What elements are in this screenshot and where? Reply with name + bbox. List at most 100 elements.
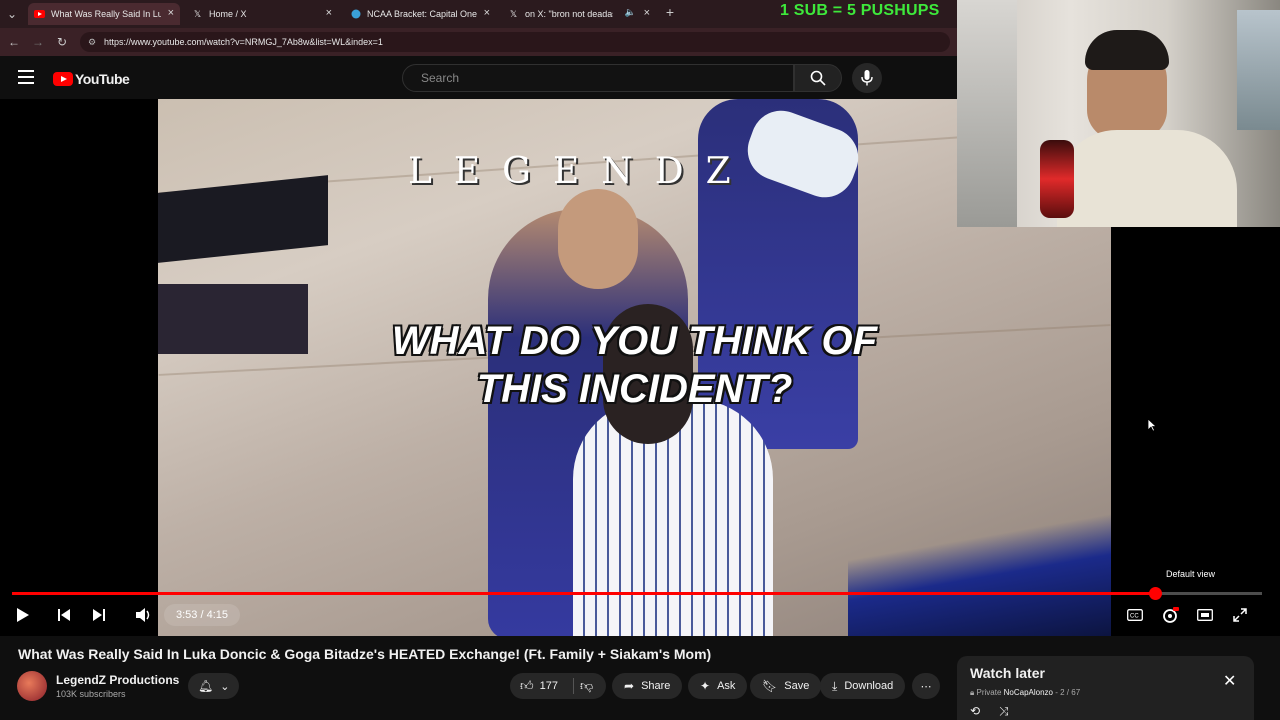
tab-label: Home / X (209, 9, 247, 19)
playlist-meta: 🔒︎ Private NoCapAlonzo - 2 / 67 (970, 688, 1080, 698)
playlist-title[interactable]: Watch later (970, 665, 1045, 681)
captions-button[interactable]: CC (1124, 604, 1146, 626)
ask-button[interactable]: ✦ Ask (688, 673, 748, 699)
share-icon: ➦ (624, 679, 635, 693)
more-actions-button[interactable]: ⋯ (912, 673, 940, 699)
fullscreen-icon (1233, 608, 1247, 622)
close-tab-icon[interactable]: × (644, 7, 650, 19)
tab-ncaa[interactable]: NCAA Bracket: Capital One Ma × (344, 3, 496, 25)
x-icon: 𝕏 (193, 8, 202, 19)
menu-icon[interactable] (18, 70, 34, 84)
tab-label: What Was Really Said In Luka D (51, 9, 161, 19)
like-count: 177 (539, 680, 558, 692)
channel-name[interactable]: LegendZ Productions (56, 673, 179, 687)
like-dislike-group: 👍︎ 177 👎︎ (510, 673, 606, 699)
gear-icon (1163, 607, 1179, 623)
court-logo-letter (158, 175, 328, 263)
more-icon: ⋯ (920, 680, 932, 693)
subscribe-banner: 1 SUB = 5 PUSHUPS (780, 2, 940, 19)
youtube-icon (34, 9, 45, 20)
tab-label: NCAA Bracket: Capital One Ma (367, 9, 479, 19)
close-icon[interactable]: ✕ (1223, 671, 1236, 691)
dislike-button[interactable]: 👎︎ (580, 673, 593, 699)
play-button[interactable] (12, 604, 34, 626)
chevron-down-icon: ⌄ (220, 680, 230, 693)
site-info-icon[interactable]: ⚙ (88, 32, 96, 52)
theater-mode-button[interactable] (1194, 604, 1216, 626)
svg-text:CC: CC (1130, 614, 1139, 620)
rgb-microphone (1040, 140, 1074, 218)
streamer-hair (1085, 30, 1169, 70)
url-field[interactable]: ⚙ https://www.youtube.com/watch?v=NRMGJ_… (80, 32, 950, 52)
player-head (558, 189, 638, 289)
thumbs-down-icon: 👎︎ (580, 678, 594, 693)
sparkle-icon: ✦ (700, 679, 711, 693)
speaker-icon: 🔈 (624, 7, 636, 17)
previous-icon (58, 609, 70, 621)
default-view-tooltip: Default view (1160, 567, 1222, 581)
shuffle-icon[interactable]: ⤨ (999, 704, 1009, 719)
save-button[interactable]: 🔖︎ Save (750, 673, 822, 699)
playlist-panel: Watch later 🔒︎ Private NoCapAlonzo - 2 /… (957, 656, 1254, 720)
tab-label: on X: "bron not deadass (525, 9, 613, 19)
progress-bar[interactable] (12, 587, 1262, 600)
search-input[interactable]: Search (402, 64, 794, 92)
youtube-play-icon (53, 72, 73, 86)
save-label: Save (784, 680, 810, 692)
tab-search-icon[interactable]: ⌄ (4, 6, 20, 22)
loop-icon[interactable]: ⟲ (970, 704, 980, 718)
youtube-logo-text: YouTube (75, 71, 130, 87)
microphone-icon (861, 70, 873, 86)
voice-search-button[interactable] (852, 63, 882, 93)
close-tab-icon[interactable]: × (326, 7, 332, 19)
next-button[interactable] (88, 604, 110, 626)
playlist-owner[interactable]: NoCapAlonzo (1004, 688, 1053, 697)
ask-label: Ask (717, 680, 736, 692)
close-tab-icon[interactable]: × (484, 7, 490, 19)
playlist-position: - 2 / 67 (1055, 688, 1081, 697)
download-icon: ⤓ (832, 678, 838, 693)
url-text: https://www.youtube.com/watch?v=NRMGJ_7A… (104, 37, 383, 47)
new-tab-button[interactable]: + (662, 4, 678, 20)
play-icon (17, 608, 29, 622)
youtube-logo[interactable]: YouTube (53, 71, 130, 87)
settings-button[interactable] (1159, 604, 1181, 626)
window-blinds (957, 0, 1017, 227)
search-button[interactable] (794, 64, 842, 92)
channel-watermark: LEGENDZ (408, 151, 753, 192)
subscriber-count: 103K subscribers (56, 689, 126, 699)
share-button[interactable]: ➦ Share (612, 673, 683, 699)
close-tab-icon[interactable]: × (168, 7, 174, 19)
captions-icon: CC (1127, 609, 1143, 621)
webcam-overlay (957, 0, 1280, 227)
scrubber-handle[interactable] (1148, 587, 1162, 600)
window (1237, 10, 1280, 130)
channel-avatar[interactable] (17, 671, 47, 701)
globe-icon (350, 9, 361, 20)
volume-button[interactable] (133, 604, 155, 626)
reload-icon[interactable]: ↻ (54, 34, 70, 50)
download-label: Download (844, 680, 894, 692)
progress-played (12, 592, 1155, 595)
thumbs-up-icon: 👍︎ (520, 678, 534, 693)
privacy-label: Private (976, 688, 1002, 697)
divider (573, 678, 574, 694)
notifications-button[interactable]: 🔔︎ ⌄ (188, 673, 240, 699)
lock-icon: 🔒︎ (970, 688, 975, 697)
court-edge (848, 479, 1111, 636)
fullscreen-button[interactable] (1229, 604, 1251, 626)
previous-button[interactable] (53, 604, 75, 626)
tab-x-post[interactable]: 𝕏 on X: "bron not deadass 🔈 × (502, 3, 656, 25)
forward-icon[interactable]: → (30, 34, 46, 50)
next-icon (93, 609, 105, 621)
caption-line: THIS INCIDENT? (476, 367, 793, 411)
video-caption: WHAT DO YOU THINK OF THIS INCIDENT? (158, 317, 1111, 413)
tab-x-home[interactable]: 𝕏 Home / X × (186, 3, 338, 25)
download-button[interactable]: ⤓ Download (820, 673, 906, 699)
bell-icon: 🔔︎ (198, 679, 214, 693)
time-display: 3:53 / 4:15 (164, 604, 240, 626)
like-button[interactable]: 👍︎ 177 (520, 673, 558, 699)
tab-youtube[interactable]: What Was Really Said In Luka D × (28, 3, 180, 25)
bookmark-icon: 🔖︎ (762, 679, 778, 693)
back-icon[interactable]: ← (6, 34, 22, 50)
